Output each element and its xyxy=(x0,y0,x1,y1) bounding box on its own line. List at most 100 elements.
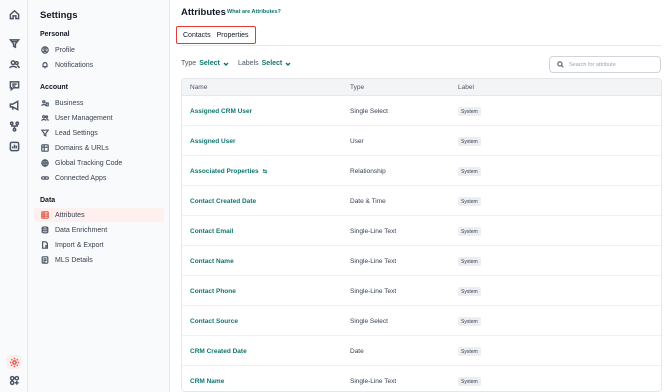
table-row[interactable]: Contact Name Single-Line Text System xyxy=(182,246,661,276)
type-filter-label: Type xyxy=(181,60,197,67)
sidebar-item-label: Attributes xyxy=(55,211,85,219)
status-badge: System xyxy=(458,287,481,296)
table-row[interactable]: Contact Created Date Date & Time System xyxy=(182,186,661,216)
settings-sidebar: Settings Personal Profile Notifications … xyxy=(28,0,170,392)
labels-filter-label: Labels xyxy=(238,60,259,67)
sidebar-item-label: Domains & URLs xyxy=(55,144,109,152)
sidebar-item-import-export[interactable]: Import & Export xyxy=(34,238,164,252)
table-row[interactable]: Assigned User User System xyxy=(182,126,661,156)
labels-filter-value: Select xyxy=(261,60,283,67)
contacts-icon[interactable] xyxy=(7,57,21,71)
database-icon xyxy=(40,226,49,235)
table-row[interactable]: Assigned CRM User Single Select System xyxy=(182,96,661,126)
attribute-name[interactable]: Assigned User xyxy=(190,138,236,145)
status-badge: System xyxy=(458,377,481,386)
relationship-icon: ⇆ xyxy=(262,168,268,175)
chat-icon[interactable] xyxy=(7,78,21,92)
sidebar-item-label: Import & Export xyxy=(55,241,104,249)
sidebar-item-label: Business xyxy=(55,99,84,107)
attribute-name[interactable]: Contact Email xyxy=(190,228,233,235)
bell-icon xyxy=(40,61,49,70)
file-export-icon xyxy=(40,241,49,250)
user-circle-icon xyxy=(40,46,49,55)
table-icon xyxy=(40,211,49,220)
sidebar-item-label: User Management xyxy=(55,114,113,122)
section-account: Account xyxy=(40,84,68,91)
tab-bar: Contacts Properties xyxy=(176,26,256,44)
attribute-type: Single Select xyxy=(350,108,388,115)
type-filter[interactable]: Type Select xyxy=(181,60,229,67)
page-title: Attributes xyxy=(181,7,226,18)
attribute-name[interactable]: CRM Created Date xyxy=(190,348,247,355)
sidebar-item-domains-urls[interactable]: Domains & URLs xyxy=(34,141,164,155)
attribute-name[interactable]: Contact Phone xyxy=(190,288,236,295)
funnel-icon xyxy=(40,129,49,138)
status-badge: System xyxy=(458,347,481,356)
globe-icon xyxy=(40,159,49,168)
attribute-name[interactable]: Contact Source xyxy=(190,318,238,325)
table-row[interactable]: CRM Created Date Date System xyxy=(182,336,661,366)
users-icon xyxy=(40,114,49,123)
attribute-type: Single Select xyxy=(350,318,388,325)
main-content: Attributes What are Attributes? Contacts… xyxy=(170,0,670,392)
type-filter-value: Select xyxy=(199,60,220,67)
chevron-down-icon xyxy=(285,62,291,66)
status-badge: System xyxy=(458,197,481,206)
workflow-icon[interactable] xyxy=(7,119,21,133)
briefcase-icon xyxy=(40,99,49,108)
column-header-label: Label xyxy=(458,84,474,91)
link-icon xyxy=(40,174,49,183)
sidebar-item-business[interactable]: Business xyxy=(34,96,164,110)
status-badge: System xyxy=(458,257,481,266)
status-badge: System xyxy=(458,137,481,146)
help-link[interactable]: What are Attributes? xyxy=(227,9,281,15)
table-row[interactable]: Associated Properties ⇆ Relationship Sys… xyxy=(182,156,661,186)
table-header: Name Type Label xyxy=(182,79,661,96)
table-row[interactable]: Contact Email Single-Line Text System xyxy=(182,216,661,246)
sidebar-item-label: Profile xyxy=(55,46,75,54)
attribute-type: Single-Line Text xyxy=(350,228,397,235)
filter-funnel-icon[interactable] xyxy=(7,36,21,50)
attribute-type: Single-Line Text xyxy=(350,378,397,385)
attribute-type: Single-Line Text xyxy=(350,258,397,265)
sidebar-item-label: Global Tracking Code xyxy=(55,159,123,167)
apps-grid-icon[interactable] xyxy=(7,373,21,387)
status-badge: System xyxy=(458,107,481,116)
sidebar-item-lead-settings[interactable]: Lead Settings xyxy=(34,126,164,140)
column-header-name: Name xyxy=(190,84,208,91)
attribute-name[interactable]: CRM Name xyxy=(190,378,224,385)
table-row[interactable]: Contact Source Single Select System xyxy=(182,306,661,336)
attribute-name[interactable]: Contact Created Date xyxy=(190,198,256,205)
sidebar-item-label: Notifications xyxy=(55,61,94,69)
mls-doc-icon xyxy=(40,256,49,265)
reports-icon[interactable] xyxy=(7,139,21,153)
tab-properties[interactable]: Properties xyxy=(214,32,252,39)
sidebar-item-label: MLS Details xyxy=(55,256,93,264)
sidebar-item-global-tracking-code[interactable]: Global Tracking Code xyxy=(34,156,164,170)
sidebar-item-label: Data Enrichment xyxy=(55,226,108,234)
labels-filter[interactable]: Labels Select xyxy=(238,60,291,67)
sidebar-item-connected-apps[interactable]: Connected Apps xyxy=(34,171,164,185)
sidebar-item-label: Lead Settings xyxy=(55,129,98,137)
attribute-name[interactable]: Assigned CRM User xyxy=(190,108,252,115)
attribute-name-cell[interactable]: Associated Properties ⇆ xyxy=(190,168,267,175)
attribute-name[interactable]: Contact Name xyxy=(190,258,234,265)
table-row[interactable]: Contact Phone Single-Line Text System xyxy=(182,276,661,306)
home-icon[interactable] xyxy=(7,7,21,21)
icon-rail xyxy=(0,0,28,392)
status-badge: System xyxy=(458,317,481,326)
sidebar-item-notifications[interactable]: Notifications xyxy=(34,58,164,72)
table-row[interactable]: CRM Name Single-Line Text System xyxy=(182,366,661,391)
settings-gear-icon[interactable] xyxy=(7,355,21,369)
tab-contacts[interactable]: Contacts xyxy=(180,32,214,39)
section-data: Data xyxy=(40,197,56,204)
section-personal: Personal xyxy=(40,31,70,38)
sidebar-item-user-management[interactable]: User Management xyxy=(34,111,164,125)
sidebar-item-attributes[interactable]: Attributes xyxy=(34,208,164,222)
megaphone-icon[interactable] xyxy=(7,98,21,112)
globe-grid-icon xyxy=(40,144,49,153)
sidebar-item-data-enrichment[interactable]: Data Enrichment xyxy=(34,223,164,237)
search-input[interactable] xyxy=(569,61,659,68)
sidebar-item-profile[interactable]: Profile xyxy=(34,43,164,57)
sidebar-item-mls-details[interactable]: MLS Details xyxy=(34,253,164,267)
